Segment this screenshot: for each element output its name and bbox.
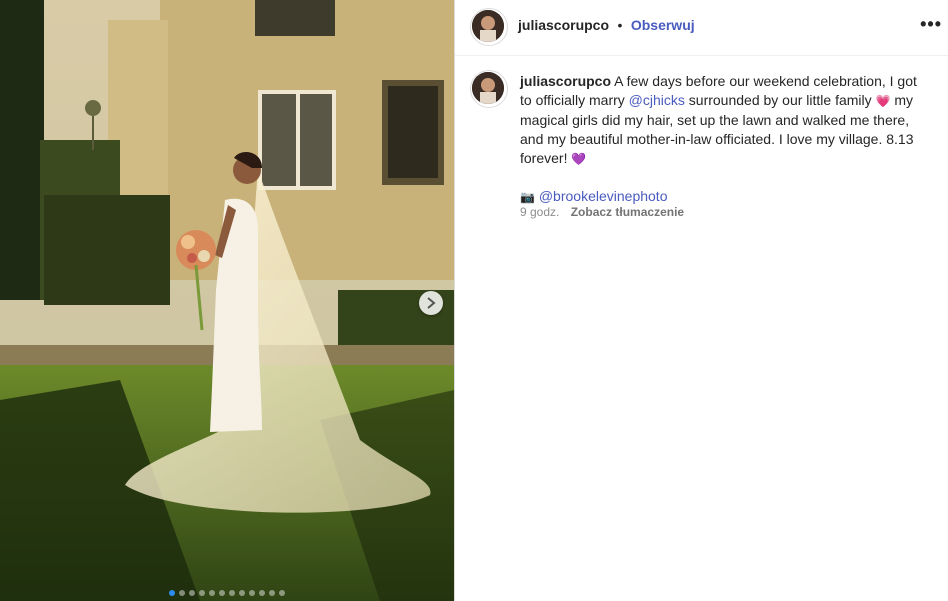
chevron-right-icon [427,297,436,309]
avatar-image [472,72,504,104]
header-separator: • [617,17,623,33]
avatar[interactable] [472,10,504,42]
carousel-dot[interactable] [279,590,285,596]
next-slide-button[interactable] [419,291,443,315]
carousel-dot[interactable] [189,590,195,596]
carousel-dot[interactable] [249,590,255,596]
follow-button[interactable]: Obserwuj [631,17,695,33]
carousel-dot[interactable] [209,590,215,596]
photographer-credit: 📷 @brookelevinephoto [520,187,932,207]
post-image[interactable] [0,0,454,601]
post-meta: 9 godz. Zobacz tłumaczenie [520,205,684,219]
panel-divider [454,0,455,601]
purple-heart-emoji: 💜 [571,152,587,166]
header-username[interactable]: juliascorupco [518,17,609,33]
caption-username[interactable]: juliascorupco [520,73,611,89]
more-options-icon[interactable]: ••• [920,14,942,35]
heart-emoji: 💗 [875,94,891,108]
avatar-image [472,10,504,42]
post-caption: juliascorupco A few days before our week… [520,72,932,207]
see-translation-button[interactable]: Zobacz tłumaczenie [571,205,684,219]
caption-text-2: surrounded by our little family [684,92,876,108]
carousel-dot[interactable] [269,590,275,596]
carousel-dot[interactable] [259,590,265,596]
carousel-dot[interactable] [229,590,235,596]
camera-icon: 📷 [520,190,535,204]
carousel-indicator [0,590,454,596]
carousel-dot[interactable] [179,590,185,596]
post-header: juliascorupco • Obserwuj ••• [455,0,948,56]
photographer-mention-link[interactable]: @brookelevinephoto [539,188,668,204]
carousel-dot[interactable] [199,590,205,596]
caption-avatar[interactable] [472,72,504,104]
carousel-dot[interactable] [239,590,245,596]
mention-link[interactable]: @cjhicks [629,92,685,108]
carousel-dot[interactable] [169,590,175,596]
post-time[interactable]: 9 godz. [520,205,559,219]
carousel-dot[interactable] [219,590,225,596]
wedding-photo [0,0,454,601]
